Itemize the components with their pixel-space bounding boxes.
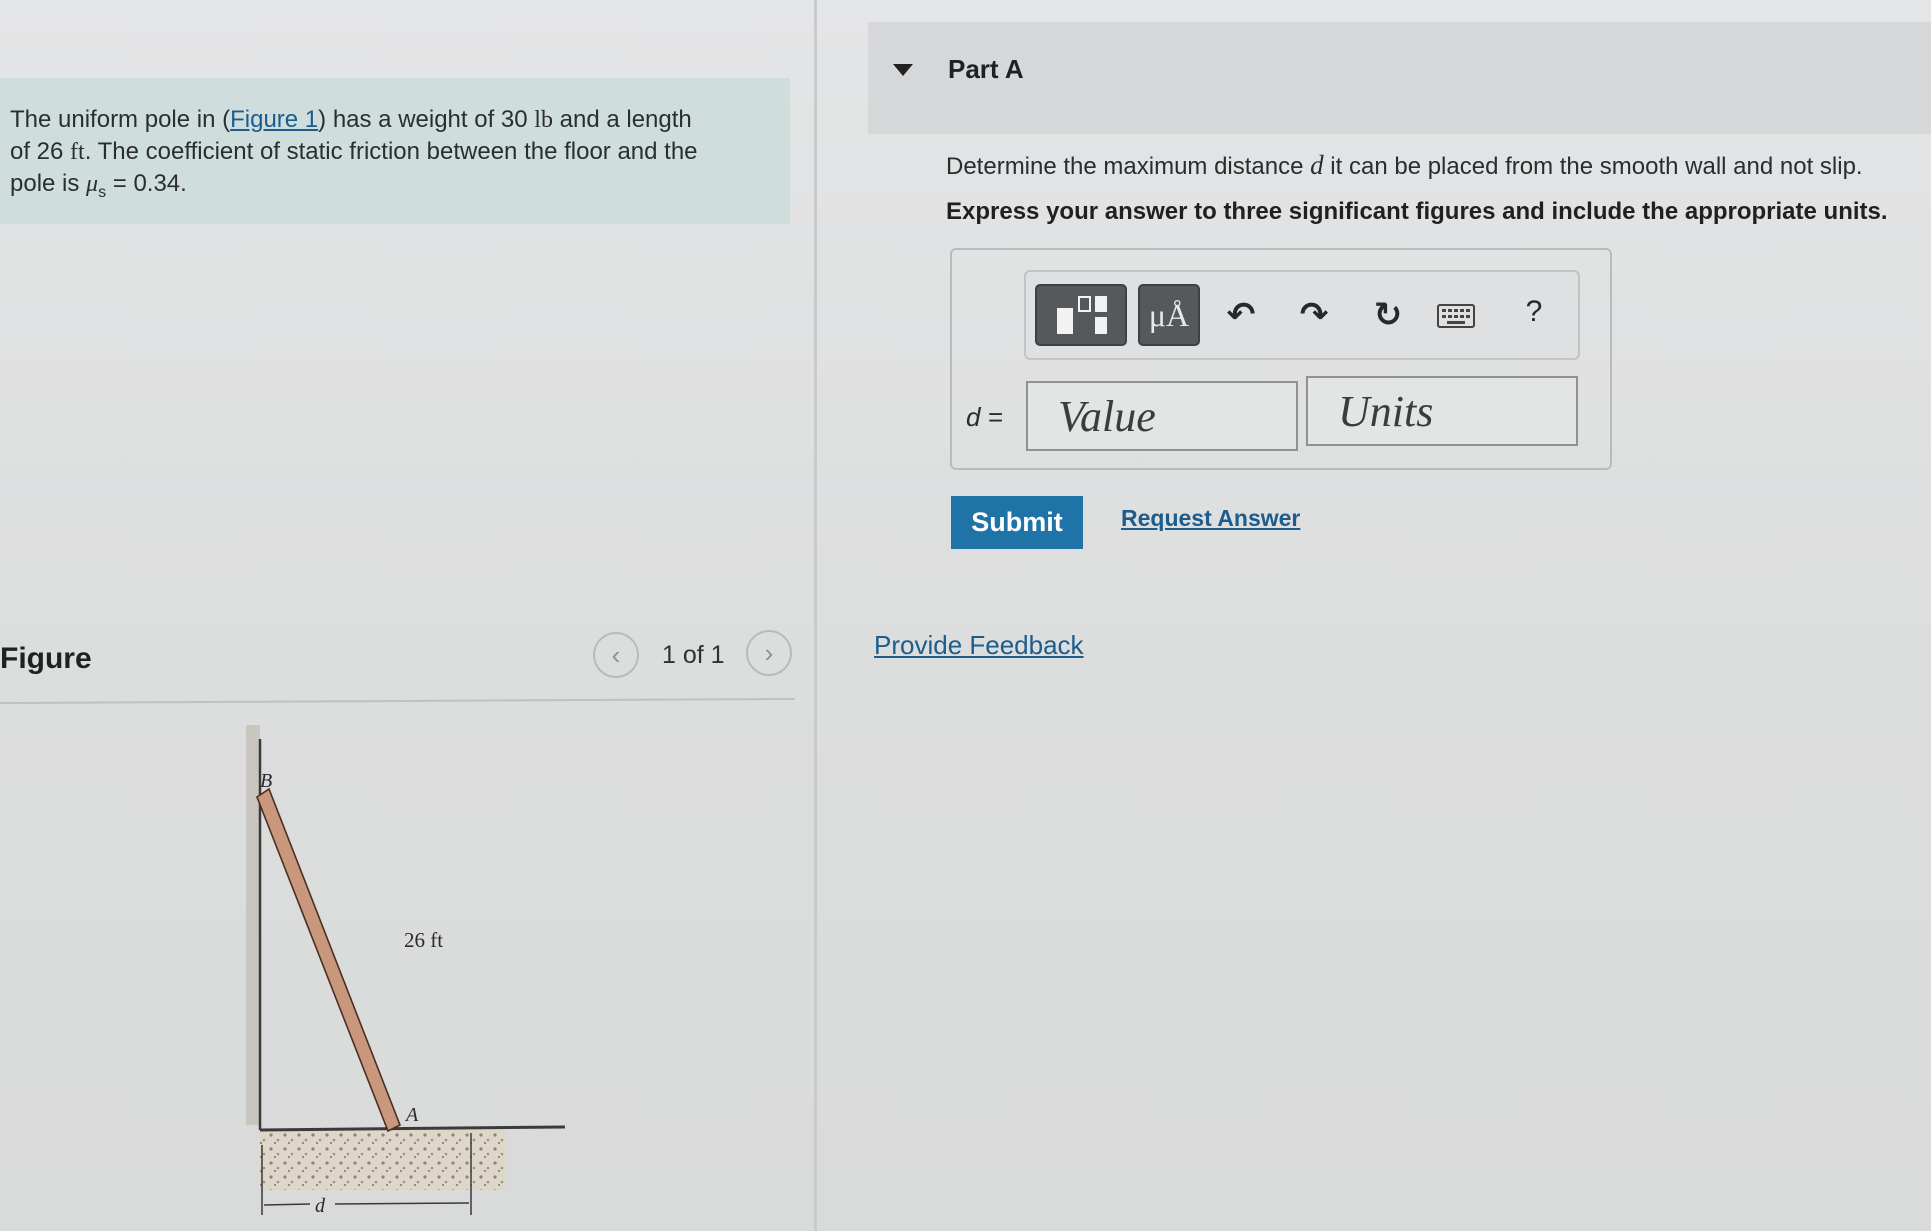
instruction-text: Express your answer to three significant… [946, 198, 1888, 225]
floor-line [259, 1125, 566, 1132]
pane-divider[interactable] [814, 0, 817, 1231]
redo-icon: ↷ [1299, 296, 1329, 334]
chevron-left-icon: ‹ [611, 639, 621, 670]
problem-text: and a length [552, 106, 692, 133]
chevron-right-icon: › [764, 637, 774, 668]
undo-icon: ↶ [1226, 296, 1256, 334]
ground-hatch [260, 1130, 505, 1190]
unit-ft: ft [70, 139, 85, 165]
pole [256, 787, 402, 1133]
keyboard-icon [1437, 304, 1475, 328]
problem-text: The uniform pole in ( [10, 106, 231, 133]
templates-icon [1057, 296, 1107, 334]
value-placeholder: Value [1058, 391, 1156, 441]
figure-title: Figure [0, 642, 92, 675]
undo-button[interactable]: ↶ [1219, 293, 1263, 337]
label-b: B [260, 770, 272, 792]
provide-feedback-link[interactable]: Provide Feedback [874, 630, 1084, 661]
mu-subscript: s [98, 183, 107, 201]
problem-text: . The coefficient of static friction bet… [84, 138, 698, 165]
units-icon: μÅ [1148, 296, 1190, 333]
mu-symbol: μ [86, 171, 99, 197]
question-part: it can be placed from the smooth wall an… [1323, 153, 1863, 180]
problem-text: pole is [10, 170, 87, 197]
problem-line-3: pole is μs = 0.34. [10, 168, 780, 209]
part-header[interactable] [868, 22, 1931, 134]
figure-pager: 1 of 1 [662, 641, 725, 669]
reset-icon: ↻ [1373, 296, 1403, 334]
dimension-line-left [263, 1203, 311, 1206]
math-toolbar: μÅ ↶ ↷ ↻ ? [1024, 270, 1580, 360]
figure-link[interactable]: Figure 1 [230, 106, 318, 133]
problem-statement: The uniform pole in (Figure 1) has a wei… [0, 78, 790, 224]
units-placeholder: Units [1338, 386, 1434, 436]
label-d: d [315, 1195, 326, 1217]
templates-button[interactable] [1035, 284, 1127, 346]
help-button[interactable]: ? [1512, 290, 1556, 334]
value-input[interactable]: Value [1026, 381, 1298, 451]
wall-shading [246, 725, 260, 1125]
submit-button[interactable]: Submit [951, 496, 1083, 549]
unit-lb: lb [534, 107, 553, 133]
problem-line-2: of 26 ft. The coefficient of static fric… [10, 136, 780, 168]
part-title: Part A [948, 54, 1024, 84]
problem-text: of 26 [10, 138, 71, 165]
question-variable: d [1310, 150, 1324, 180]
units-input[interactable]: Units [1306, 376, 1578, 446]
question-text: Determine the maximum distance d it can … [946, 150, 1863, 181]
reset-button[interactable]: ↻ [1366, 293, 1410, 337]
problem-text: ) has a weight of 30 [318, 106, 535, 133]
figure-prev-button[interactable]: ‹ [593, 632, 639, 678]
collapse-triangle-icon[interactable] [893, 64, 913, 76]
label-a: A [404, 1104, 419, 1126]
units-button[interactable]: μÅ [1138, 284, 1200, 346]
question-part: Determine the maximum distance [946, 153, 1311, 180]
keyboard-button[interactable] [1434, 294, 1478, 338]
problem-line-1: The uniform pole in (Figure 1) has a wei… [10, 104, 780, 136]
figure-image: B A 26 ft d [246, 725, 566, 1217]
help-icon: ? [1525, 295, 1543, 328]
dimension-line-right [334, 1202, 470, 1205]
request-answer-link[interactable]: Request Answer [1121, 505, 1300, 532]
redo-button[interactable]: ↷ [1292, 293, 1336, 337]
label-length: 26 ft [404, 928, 443, 952]
problem-text: = 0.34. [106, 170, 187, 197]
figure-next-button[interactable]: › [746, 630, 792, 676]
figure-divider [0, 697, 795, 705]
answer-label: d = [966, 402, 1003, 432]
